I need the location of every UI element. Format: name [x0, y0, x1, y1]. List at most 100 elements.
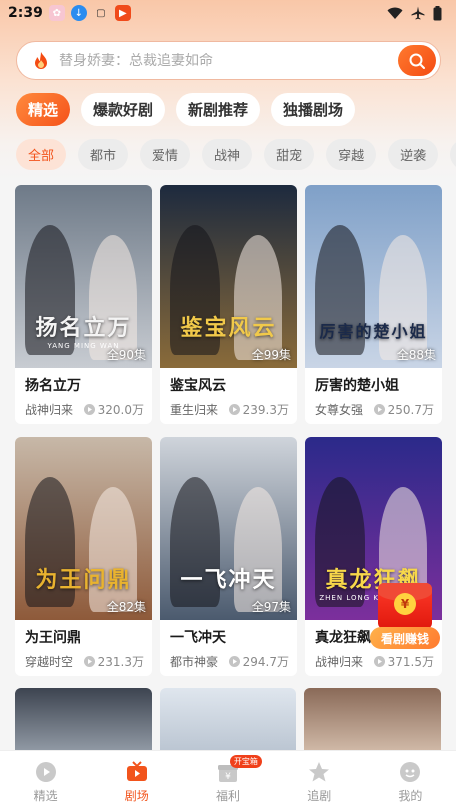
- drama-card[interactable]: 一飞冲天 全97集 一飞冲天 都市神豪 294.7万: [160, 437, 297, 676]
- view-count: 320.0万: [97, 403, 144, 417]
- drama-title[interactable]: 扬名立万: [25, 375, 81, 395]
- search-bar[interactable]: [16, 41, 441, 80]
- wifi-icon: [387, 7, 403, 19]
- status-bar: 2:39 ✿ ↓ ▢ ▶: [0, 0, 456, 26]
- flame-icon: [35, 51, 47, 69]
- drama-meta: 都市神豪 294.7万: [170, 653, 289, 670]
- download-icon: ↓: [70, 5, 87, 21]
- drama-grid-partial-row: [15, 688, 442, 758]
- play-count-icon: [83, 404, 95, 415]
- play-count-icon: [228, 404, 240, 415]
- poster-art-title: 一飞冲天: [180, 567, 277, 593]
- drama-title[interactable]: 为王问鼎: [25, 627, 81, 647]
- star-icon: [309, 762, 330, 782]
- tab-featured[interactable]: 精选: [16, 93, 71, 126]
- drama-poster-partial[interactable]: [15, 688, 152, 758]
- drama-poster[interactable]: 为王问鼎全82集: [15, 437, 152, 620]
- drama-title[interactable]: 厉害的楚小姐: [315, 375, 399, 395]
- bottom-nav: 精选 剧场 ¥ 开宝箱 福利 追剧 我的: [0, 750, 456, 811]
- nav-label-theater: 剧场: [124, 789, 149, 803]
- drama-card[interactable]: 扬名立万 YANG MING WAN 全90集扬名立万战神归来 320.0万: [15, 185, 152, 424]
- drama-card[interactable]: 鉴宝风云 全99集 鉴宝风云 重生归来 239.3万: [160, 185, 297, 424]
- airplane-icon: [411, 6, 425, 20]
- view-count: 250.7万: [387, 403, 434, 417]
- drama-card[interactable]: 为王问鼎 全82集 为王问鼎 穿越时空 231.3万: [15, 437, 152, 676]
- video-app-icon: ▶: [114, 5, 131, 21]
- nav-item-follow[interactable]: 追剧: [274, 751, 365, 811]
- status-time: 2:39: [8, 5, 43, 21]
- drama-poster[interactable]: 厉害的楚小姐全88集: [305, 185, 442, 368]
- genre-war-god[interactable]: 战神: [202, 139, 253, 170]
- drama-title[interactable]: 一飞冲天: [170, 627, 226, 647]
- drama-title[interactable]: 鉴宝风云: [170, 375, 226, 395]
- drama-meta: 女尊女强 250.7万: [315, 401, 434, 418]
- play-count-icon: [373, 656, 385, 667]
- drama-meta: 战神归来 320.0万: [25, 401, 144, 418]
- genre-all[interactable]: 全部: [16, 139, 67, 170]
- drama-tag: 重生归来: [170, 403, 219, 417]
- drama-tag: 女尊女强: [315, 403, 364, 417]
- nav-label-welfare: 福利: [216, 789, 241, 803]
- search-input[interactable]: [59, 52, 398, 69]
- drama-tag: 穿越时空: [25, 655, 74, 669]
- nav-label-featured: 精选: [33, 789, 58, 803]
- view-count: 371.5万: [387, 655, 434, 669]
- episode-count: 全99集: [251, 348, 291, 362]
- poster-art-title: 厉害的楚小姐: [319, 322, 428, 341]
- battery-icon: [433, 5, 442, 20]
- episode-count: 全88集: [396, 348, 436, 362]
- episode-count: 全90集: [106, 348, 146, 362]
- drama-poster-partial[interactable]: [304, 688, 442, 758]
- view-count: 294.7万: [242, 655, 289, 669]
- drama-tag: 战神归来: [25, 403, 74, 417]
- genre-sweet[interactable]: 甜宠: [264, 139, 315, 170]
- earn-money-label: 看剧赚钱: [370, 627, 440, 649]
- box-icon: ▢: [96, 7, 106, 19]
- app-icon-pink: ✿: [48, 5, 65, 21]
- search-button[interactable]: [398, 45, 436, 76]
- play-count-icon: [83, 656, 95, 667]
- nav-label-follow: 追剧: [307, 789, 332, 803]
- drama-card[interactable]: 厉害的楚小姐 全88集 厉害的楚小姐 女尊女强 250.7万: [305, 185, 442, 424]
- coin-icon: ¥: [394, 593, 416, 615]
- nav-item-featured[interactable]: 精选: [0, 751, 91, 811]
- drama-meta: 重生归来 239.3万: [170, 401, 289, 418]
- genre-urban[interactable]: 都市: [78, 139, 129, 170]
- genre-romance[interactable]: 爱情: [140, 139, 191, 170]
- drama-meta: 战神归来 371.5万: [315, 653, 434, 670]
- poster-art-title: 为王问鼎: [35, 567, 132, 593]
- drama-tag: 战神归来: [315, 655, 364, 669]
- nav-item-theater[interactable]: 剧场: [91, 751, 182, 811]
- tab-hot-dramas[interactable]: 爆款好剧: [81, 93, 166, 126]
- view-count: 231.3万: [97, 655, 144, 669]
- profile-icon: [400, 762, 421, 782]
- drama-tag: 都市神豪: [170, 655, 219, 669]
- main-tabs: 精选 爆款好剧 新剧推荐 独播剧场: [16, 93, 356, 126]
- drama-poster[interactable]: 扬名立万 YANG MING WAN 全90集: [15, 185, 152, 368]
- play-circle-icon: [35, 762, 56, 782]
- nav-item-welfare[interactable]: ¥ 开宝箱 福利: [182, 751, 273, 811]
- drama-title[interactable]: 真龙狂飙: [315, 627, 371, 647]
- view-count: 239.3万: [242, 403, 289, 417]
- drama-meta: 穿越时空 231.3万: [25, 653, 144, 670]
- svg-text:¥: ¥: [225, 772, 231, 782]
- treasure-chest-badge: 开宝箱: [229, 755, 262, 768]
- poster-art-title: 鉴宝风云: [180, 315, 277, 341]
- genre-filter-row: 全部 都市 爱情 战神 甜宠 穿越 逆袭 霸: [16, 139, 456, 171]
- drama-poster-partial[interactable]: [159, 688, 297, 758]
- earn-money-float-button[interactable]: ¥ 看剧赚钱: [370, 583, 440, 653]
- genre-time-travel[interactable]: 穿越: [326, 139, 377, 170]
- nav-label-mine: 我的: [398, 789, 423, 803]
- tab-exclusive[interactable]: 独播剧场: [271, 93, 356, 126]
- genre-comeback[interactable]: 逆袭: [388, 139, 439, 170]
- drama-poster[interactable]: 鉴宝风云全99集: [160, 185, 297, 368]
- nav-item-mine[interactable]: 我的: [365, 751, 456, 811]
- tab-new-recommend[interactable]: 新剧推荐: [176, 93, 261, 126]
- genre-domineering[interactable]: 霸: [450, 139, 456, 170]
- episode-count: 全82集: [106, 600, 146, 614]
- play-count-icon: [373, 404, 385, 415]
- tv-icon: [126, 761, 147, 781]
- search-icon: [409, 53, 425, 69]
- drama-poster[interactable]: 一飞冲天全97集: [160, 437, 297, 620]
- episode-count: 全97集: [251, 600, 291, 614]
